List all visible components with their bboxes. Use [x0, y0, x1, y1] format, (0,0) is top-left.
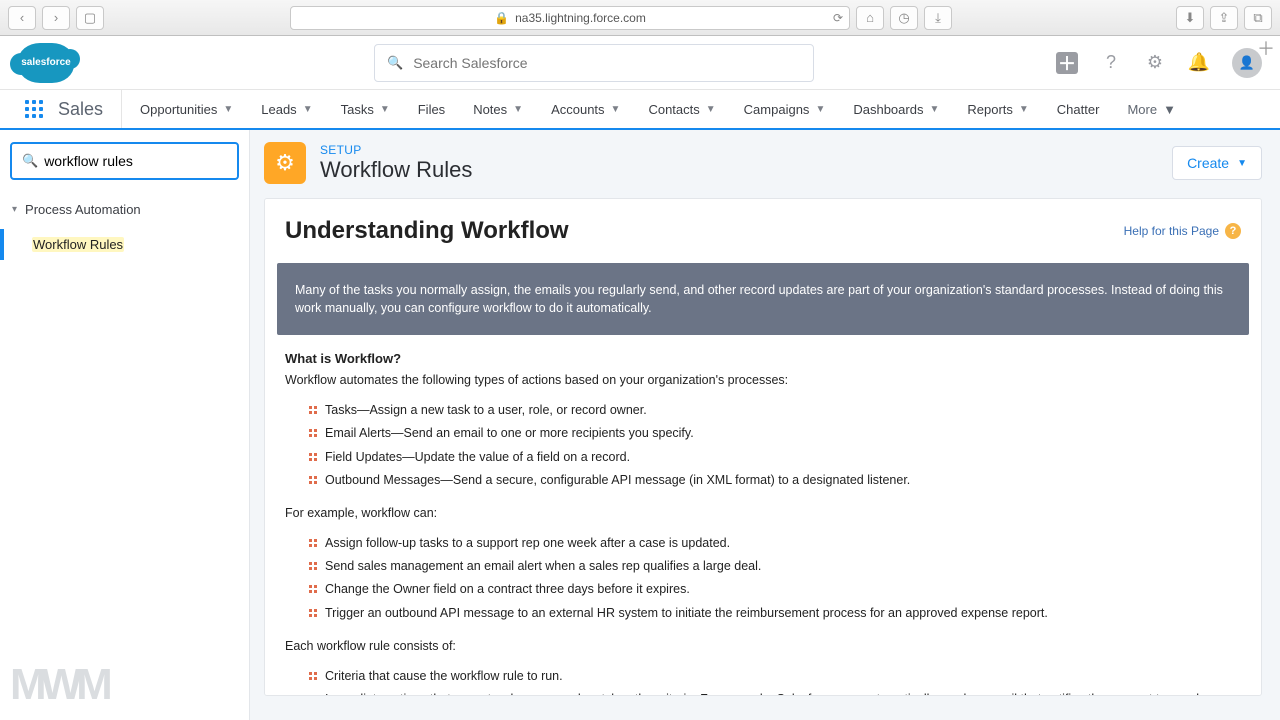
setup-gear-icon[interactable]: ⚙ — [1144, 52, 1166, 74]
list-item: Assign follow-up tasks to a support rep … — [309, 534, 1241, 553]
chevron-down-icon: ▾ — [12, 204, 17, 215]
tree-group-process-automation[interactable]: ▾ Process Automation — [10, 198, 239, 221]
browser-forward-button[interactable]: › — [42, 6, 70, 30]
refresh-icon[interactable]: ⟳ — [833, 11, 843, 25]
nav-tab-notes[interactable]: Notes▼ — [459, 90, 537, 128]
nav-tab-contacts[interactable]: Contacts▼ — [634, 90, 729, 128]
new-tab-button[interactable]: ＋ — [1254, 36, 1278, 60]
setup-sidebar: 🔍 ▾ Process Automation Workflow Rules MW… — [0, 130, 250, 720]
list-item: Email Alerts—Send an email to one or mor… — [309, 424, 1241, 443]
chevron-down-icon: ▼ — [1163, 102, 1176, 117]
page-title: Workflow Rules — [320, 157, 472, 183]
notifications-icon[interactable]: 🔔 — [1188, 52, 1210, 74]
what-is-workflow-lead: Workflow automates the following types o… — [285, 371, 1241, 390]
watermark: MWM — [10, 660, 107, 710]
main-content: ⚙ SETUP Workflow Rules Create ▼ Understa… — [250, 130, 1280, 720]
consists-lead: Each workflow rule consists of: — [285, 637, 1241, 656]
chevron-down-icon: ▼ — [815, 104, 825, 115]
browser-sidebar-button[interactable]: ▢ — [76, 6, 104, 30]
help-icon[interactable]: ? — [1100, 52, 1122, 74]
global-search-input[interactable] — [413, 55, 801, 71]
chevron-down-icon: ▼ — [1237, 158, 1247, 169]
search-icon: 🔍 — [22, 153, 38, 169]
list-item: Trigger an outbound API message to an ex… — [309, 604, 1241, 623]
tabs-icon[interactable]: ⧉ — [1244, 6, 1272, 30]
downloads-tray-icon[interactable]: ⤓ — [924, 6, 952, 30]
content-card: Understanding Workflow Help for this Pag… — [264, 198, 1262, 696]
search-icon: 🔍 — [387, 55, 403, 71]
app-header: salesforce 🔍 ＋ ? ⚙ 🔔 👤 — [0, 36, 1280, 90]
tree-item-workflow-rules[interactable]: Workflow Rules — [0, 229, 239, 260]
chevron-down-icon: ▼ — [706, 104, 716, 115]
nav-tab-opportunities[interactable]: Opportunities▼ — [126, 90, 247, 128]
setup-search-input[interactable] — [44, 153, 227, 169]
list-item: Send sales management an email alert whe… — [309, 557, 1241, 576]
card-title: Understanding Workflow — [285, 217, 569, 245]
global-search[interactable]: 🔍 — [374, 44, 814, 82]
what-is-workflow-heading: What is Workflow? — [285, 349, 1241, 369]
list-item: Immediate actions that execute when a re… — [309, 690, 1241, 696]
share-icon[interactable]: ⇪ — [1210, 6, 1238, 30]
browser-back-button[interactable]: ‹ — [8, 6, 36, 30]
chevron-down-icon: ▼ — [929, 104, 939, 115]
examples-lead: For example, workflow can: — [285, 504, 1241, 523]
browser-url-bar[interactable]: 🔒 na35.lightning.force.com ⟳ — [290, 6, 850, 30]
nav-tab-dashboards[interactable]: Dashboards▼ — [839, 90, 953, 128]
chevron-down-icon: ▼ — [223, 104, 233, 115]
intro-banner: Many of the tasks you normally assign, t… — [277, 263, 1249, 335]
nav-more[interactable]: More▼ — [1113, 90, 1190, 128]
app-nav: Sales Opportunities▼Leads▼Tasks▼FilesNot… — [0, 90, 1280, 130]
list-item: Field Updates—Update the value of a fiel… — [309, 448, 1241, 467]
setup-search[interactable]: 🔍 — [10, 142, 239, 180]
chevron-down-icon: ▼ — [513, 104, 523, 115]
lock-icon: 🔒 — [494, 11, 509, 25]
help-icon: ? — [1225, 223, 1241, 239]
page-gear-icon: ⚙ — [264, 142, 306, 184]
nav-tab-files[interactable]: Files — [404, 90, 459, 128]
create-button[interactable]: Create ▼ — [1172, 146, 1262, 180]
download-icon[interactable]: ⬇ — [1176, 6, 1204, 30]
nav-tab-campaigns[interactable]: Campaigns▼ — [730, 90, 840, 128]
chevron-down-icon: ▼ — [1019, 104, 1029, 115]
chevron-down-icon: ▼ — [303, 104, 313, 115]
nav-tab-tasks[interactable]: Tasks▼ — [327, 90, 404, 128]
nav-tab-leads[interactable]: Leads▼ — [247, 90, 326, 128]
chevron-down-icon: ▼ — [380, 104, 390, 115]
browser-url-text: na35.lightning.force.com — [515, 11, 646, 25]
chevron-down-icon: ▼ — [611, 104, 621, 115]
browser-toolbar: ‹ › ▢ 🔒 na35.lightning.force.com ⟳ ⌂ ◷ ⤓… — [0, 0, 1280, 36]
nav-tab-reports[interactable]: Reports▼ — [953, 90, 1042, 128]
salesforce-logo[interactable]: salesforce — [18, 43, 74, 83]
page-eyebrow: SETUP — [320, 143, 472, 157]
list-item: Outbound Messages—Send a secure, configu… — [309, 471, 1241, 490]
app-name: Sales — [54, 90, 122, 128]
help-for-page-link[interactable]: Help for this Page ? — [1124, 223, 1241, 239]
app-launcher-button[interactable] — [14, 90, 54, 128]
list-item: Tasks—Assign a new task to a user, role,… — [309, 401, 1241, 420]
history-icon[interactable]: ◷ — [890, 6, 918, 30]
home-icon[interactable]: ⌂ — [856, 6, 884, 30]
list-item: Change the Owner field on a contract thr… — [309, 580, 1241, 599]
list-item: Criteria that cause the workflow rule to… — [309, 667, 1241, 686]
nav-tab-chatter[interactable]: Chatter — [1043, 90, 1114, 128]
nav-tab-accounts[interactable]: Accounts▼ — [537, 90, 634, 128]
global-create-button[interactable]: ＋ — [1056, 52, 1078, 74]
